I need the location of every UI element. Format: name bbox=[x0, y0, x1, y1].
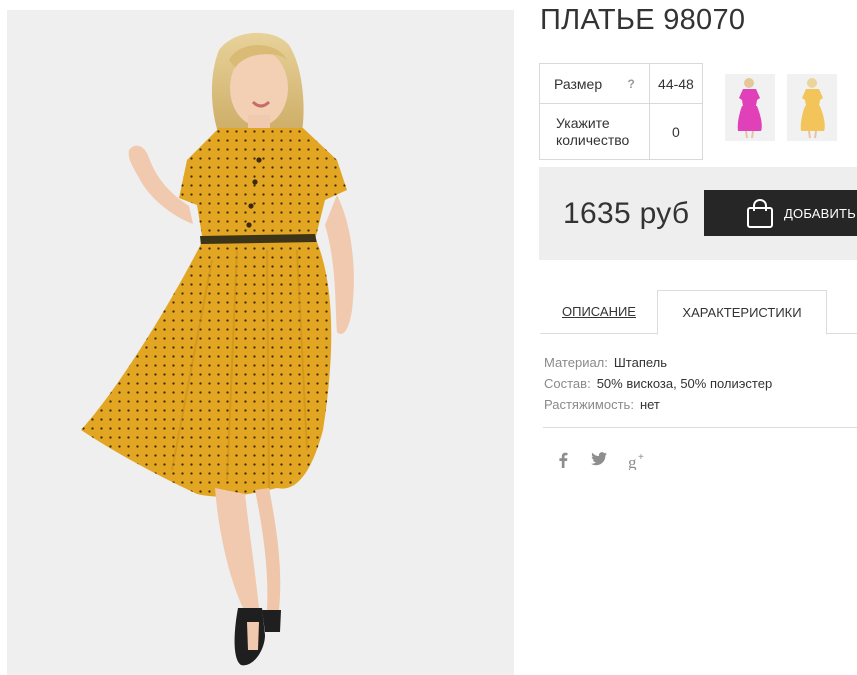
spec-row-material: Материал: Штапель bbox=[544, 352, 772, 373]
spec-key: Растяжимость: bbox=[544, 397, 634, 412]
spec-value: Штапель bbox=[613, 355, 668, 370]
product-options-table: Размер ? 44-48 Укажите количество 0 bbox=[539, 63, 704, 160]
facebook-icon[interactable] bbox=[557, 452, 569, 473]
shopping-bag-icon bbox=[747, 199, 773, 228]
svg-text:+: + bbox=[638, 452, 644, 463]
price: 1635 руб bbox=[563, 197, 690, 230]
buy-box: 1635 руб ДОБАВИТЬ bbox=[539, 167, 857, 260]
product-title: ПЛАТЬЕ 98070 bbox=[540, 4, 746, 36]
spec-row-composition: Состав: 50% вискоза, 50% полиэстер bbox=[544, 373, 772, 394]
tab-characteristics[interactable]: ХАРАКТЕРИСТИКИ bbox=[657, 290, 827, 335]
size-value[interactable]: 44-48 bbox=[648, 63, 704, 104]
tab-description[interactable]: ОПИСАНИЕ bbox=[540, 290, 658, 334]
spec-key: Материал: bbox=[544, 355, 608, 370]
thumbnail-pink-dress[interactable] bbox=[725, 74, 775, 141]
size-label-cell: Размер ? bbox=[539, 63, 650, 104]
size-row: Размер ? 44-48 bbox=[539, 63, 704, 104]
product-tabs: ОПИСАНИЕ ХАРАКТЕРИСТИКИ bbox=[540, 290, 857, 335]
size-label: Размер bbox=[554, 75, 603, 92]
add-to-cart-label: ДОБАВИТЬ bbox=[784, 206, 856, 221]
spec-row-stretch: Растяжимость: нет bbox=[544, 394, 772, 415]
google-plus-icon[interactable]: g + bbox=[628, 452, 650, 475]
tab-characteristics-label: ХАРАКТЕРИСТИКИ bbox=[682, 305, 802, 320]
quantity-input[interactable]: 0 bbox=[648, 103, 704, 160]
specs-list: Материал: Штапель Состав: 50% вискоза, 50%… bbox=[544, 352, 772, 415]
product-photo[interactable] bbox=[7, 10, 514, 675]
thumbnail-yellow-dress[interactable] bbox=[787, 74, 837, 141]
quantity-row: Укажите количество 0 bbox=[539, 103, 704, 160]
divider bbox=[543, 427, 857, 428]
spec-value: нет bbox=[639, 397, 660, 412]
quantity-label-line2: количество bbox=[556, 131, 630, 148]
add-to-cart-button[interactable]: ДОБАВИТЬ bbox=[704, 190, 857, 236]
spec-key: Состав: bbox=[544, 376, 591, 391]
quantity-label-line1: Укажите bbox=[556, 114, 610, 131]
svg-text:g: g bbox=[628, 453, 637, 470]
twitter-icon[interactable] bbox=[591, 452, 607, 471]
spec-value: 50% вискоза, 50% полиэстер bbox=[596, 376, 773, 391]
quantity-label: Укажите количество bbox=[539, 103, 650, 160]
size-help-icon[interactable]: ? bbox=[628, 77, 635, 91]
tab-description-label: ОПИСАНИЕ bbox=[562, 304, 636, 319]
